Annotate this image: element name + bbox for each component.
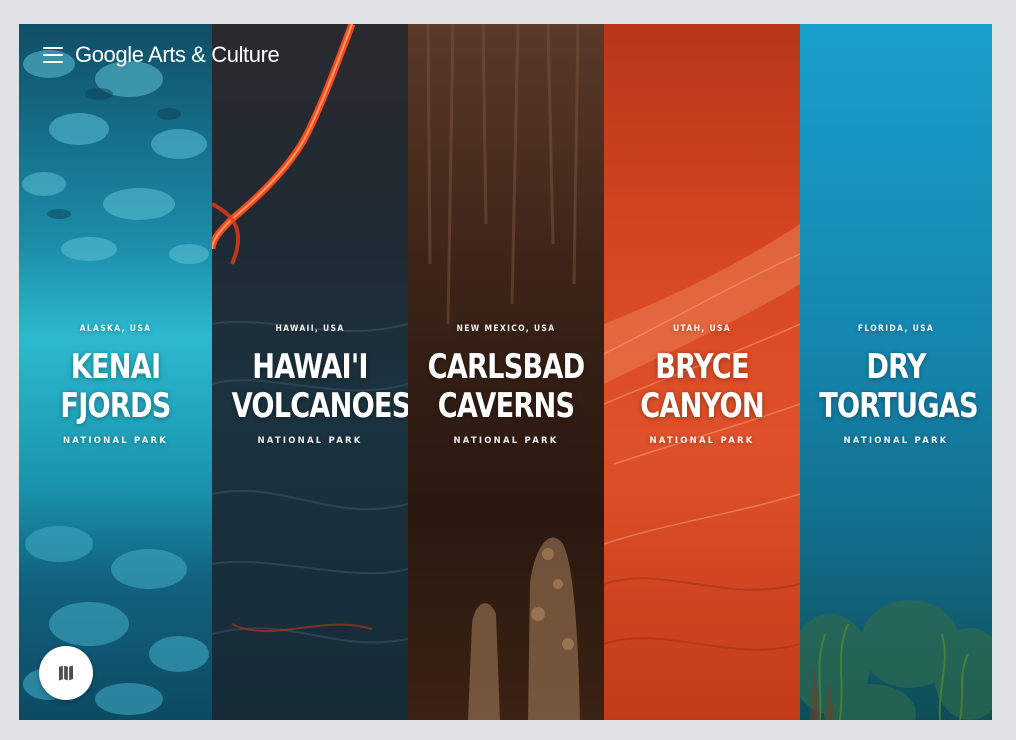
park-type: NATIONAL PARK — [62, 436, 169, 446]
menu-icon-bar — [43, 47, 63, 49]
map-icon — [59, 665, 73, 681]
park-name: KENAI FJORDS — [38, 348, 192, 426]
park-name-line-2: CANYON — [640, 386, 764, 426]
park-type: NATIONAL PARK — [649, 436, 755, 446]
park-title-block: FLORIDA, USA DRY TORTUGAS NATIONAL PARK — [800, 324, 992, 446]
park-name: DRY TORTUGAS — [819, 347, 978, 426]
menu-icon[interactable] — [43, 47, 63, 63]
park-panels: ALASKA, USA KENAI FJORDS NATIONAL PARK H… — [19, 24, 992, 720]
brand-logo[interactable]: Google Arts & Culture — [75, 44, 280, 66]
park-name-line-2: TORTUGAS — [819, 386, 978, 426]
park-showcase-frame: ALASKA, USA KENAI FJORDS NATIONAL PARK H… — [19, 24, 992, 720]
park-name-line-2: CAVERNS — [437, 386, 575, 426]
park-region: NEW MEXICO, USA — [456, 324, 556, 334]
park-panel-carlsbad-caverns[interactable]: NEW MEXICO, USA CARLSBAD CAVERNS NATIONA… — [408, 24, 604, 720]
park-title-block: ALASKA, USA KENAI FJORDS NATIONAL PARK — [19, 324, 212, 446]
park-name-line-1: DRY — [866, 347, 926, 387]
park-panel-kenai-fjords[interactable]: ALASKA, USA KENAI FJORDS NATIONAL PARK — [19, 24, 212, 720]
menu-icon-bar — [43, 61, 63, 63]
menu-icon-bar — [43, 54, 63, 56]
park-name-line-1: KENAI — [70, 347, 161, 387]
park-name-line-1: BRYCE — [655, 347, 749, 387]
park-name: BRYCE CANYON — [624, 348, 781, 426]
park-name: CARLSBAD CAVERNS — [427, 347, 586, 426]
park-name-line-2: FJORDS — [60, 386, 171, 426]
map-button[interactable] — [39, 646, 93, 700]
park-name-line-1: CARLSBAD — [427, 347, 586, 387]
park-name: HAWAI'I VOLCANOES — [231, 347, 408, 426]
top-bar: Google Arts & Culture — [43, 44, 280, 66]
park-name-line-1: HAWAI'I — [252, 347, 368, 387]
park-type: NATIONAL PARK — [453, 436, 559, 446]
park-region: HAWAII, USA — [275, 324, 345, 334]
park-title-block: HAWAII, USA HAWAI'I VOLCANOES NATIONAL P… — [212, 324, 408, 446]
park-region: UTAH, USA — [673, 324, 731, 334]
park-type: NATIONAL PARK — [843, 436, 949, 446]
park-name-line-2: VOLCANOES — [231, 386, 408, 426]
park-type: NATIONAL PARK — [257, 436, 363, 446]
park-panel-bryce-canyon[interactable]: UTAH, USA BRYCE CANYON NATIONAL PARK — [604, 24, 800, 720]
park-title-block: NEW MEXICO, USA CARLSBAD CAVERNS NATIONA… — [408, 324, 604, 446]
park-region: FLORIDA, USA — [857, 324, 935, 334]
park-title-block: UTAH, USA BRYCE CANYON NATIONAL PARK — [604, 324, 800, 446]
park-panel-dry-tortugas[interactable]: FLORIDA, USA DRY TORTUGAS NATIONAL PARK — [800, 24, 992, 720]
park-region: ALASKA, USA — [79, 324, 152, 334]
park-panel-hawaii-volcanoes[interactable]: HAWAII, USA HAWAI'I VOLCANOES NATIONAL P… — [212, 24, 408, 720]
